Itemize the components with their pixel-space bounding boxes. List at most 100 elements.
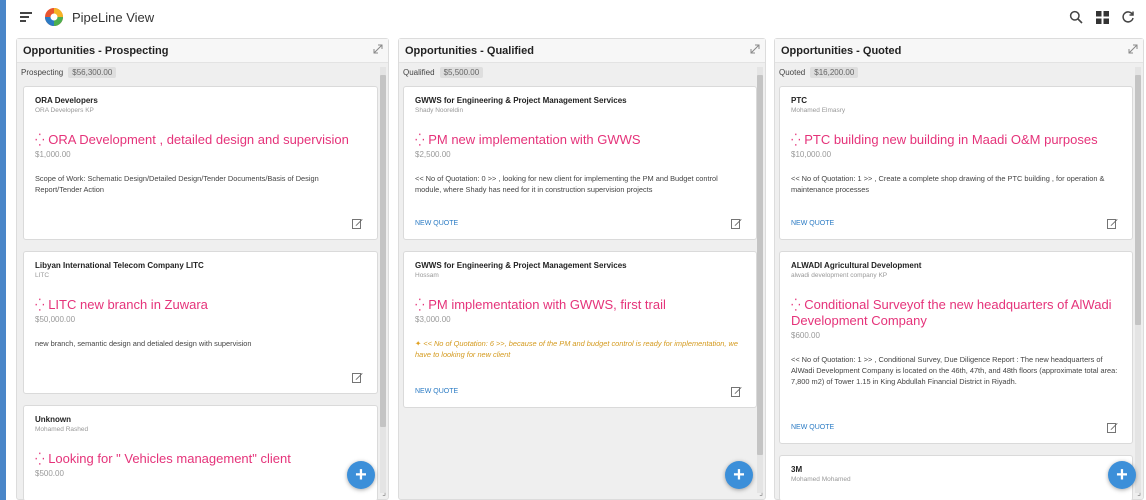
new-quote-link[interactable]: NEW QUOTE [791,424,834,431]
card-value: $600.00 [791,331,820,340]
hamburger-icon[interactable] [20,12,34,22]
scrollbar-thumb[interactable] [380,75,386,427]
opportunity-card[interactable]: GWWS for Engineering & Project Managemen… [403,86,757,240]
edit-icon[interactable] [1107,422,1118,433]
opportunity-name: PM implementation with GWWS, first trail [428,297,666,312]
opportunity-card[interactable]: Libyan International Telecom Company LIT… [23,251,378,394]
search-icon[interactable] [1068,9,1084,25]
card-company: GWWS for Engineering & Project Managemen… [415,96,627,105]
spinner-icon: ⁛ [35,452,45,466]
card-contact: Mohamed Elmasry [791,107,846,114]
resize-handle[interactable]: ⌟ [759,488,763,497]
card-opportunity-title[interactable]: ⁛ Conditional Surveyof the new headquart… [791,297,1122,329]
opportunity-card[interactable]: ALWADI Agricultural Development alwadi d… [779,251,1133,444]
refresh-icon[interactable] [1120,9,1136,25]
edit-icon[interactable] [731,386,742,397]
card-description: << No of Quotation: 1 >> , Conditional S… [791,355,1118,386]
card-value: $3,000.00 [415,315,451,324]
card-description: new branch, semantic design and detialed… [35,339,252,348]
card-value: $500.00 [35,469,64,478]
expand-icon[interactable] [750,44,760,54]
plus-icon: + [733,464,745,486]
column-title: Opportunities - Prospecting [23,44,169,57]
card-description: Scope of Work: Schematic Design/Detailed… [35,174,319,194]
card-company: Unknown [35,415,71,424]
grid-icon[interactable] [1094,9,1110,25]
card-contact: ORA Developers KP [35,107,94,114]
opportunity-name: LITC new branch in Zuwara [48,297,208,312]
spinner-icon: ⁛ [35,133,45,147]
add-opportunity-button[interactable]: + [1108,461,1136,489]
stage-summary: Quoted $16,200.00 [775,63,1143,81]
stage-summary: Prospecting $56,300.00 [17,63,388,81]
left-accent-strip [0,0,6,500]
plus-icon: + [355,464,367,486]
opportunity-name: ORA Development , detailed design and su… [48,132,349,147]
top-bar: PipeLine View [6,0,1146,34]
scrollbar-thumb[interactable] [1135,75,1141,325]
resize-handle[interactable]: ⌟ [1137,488,1141,497]
edit-icon[interactable] [1107,218,1118,229]
opportunity-name: Looking for " Vehicles management" clien… [48,451,291,466]
card-description: << No of Quotation: 1 >> , Create a comp… [791,174,1105,194]
scrollbar[interactable] [1135,67,1141,493]
scrollbar[interactable] [380,67,386,493]
card-opportunity-title[interactable]: ⁛ ORA Development , detailed design and … [35,132,367,148]
opportunity-card[interactable]: 3M Mohamed Mohamed [779,455,1133,500]
new-quote-link[interactable]: NEW QUOTE [415,388,458,395]
card-value: $1,000.00 [35,150,71,159]
card-note: ✦ << No of Quotation: 6 >>, because of t… [415,338,746,360]
plus-icon: + [1116,464,1128,486]
add-opportunity-button[interactable]: + [725,461,753,489]
opportunity-name: PM new implementation with GWWS [428,132,641,147]
card-opportunity-title[interactable]: ⁛ PTC building new building in Maadi O&M… [791,132,1122,148]
stage-label: Prospecting [21,67,64,77]
opportunity-card[interactable]: PTC Mohamed Elmasry ⁛ PTC building new b… [779,86,1133,240]
new-quote-link[interactable]: NEW QUOTE [415,220,458,227]
resize-handle[interactable]: ⌟ [382,488,386,497]
card-opportunity-title[interactable]: ⁛ Looking for " Vehicles management" cli… [35,451,367,467]
column-header: Opportunities - Prospecting [17,39,388,63]
column-prospecting: Opportunities - Prospecting Prospecting … [16,38,389,500]
column-title: Opportunities - Qualified [405,44,534,57]
spinner-icon: ⁛ [35,298,45,312]
column-header: Opportunities - Qualified [399,39,765,63]
card-value: $2,500.00 [415,150,451,159]
card-opportunity-title[interactable]: ⁛ LITC new branch in Zuwara [35,297,367,313]
card-contact: Mohamed Mohamed [791,476,851,483]
card-company: ORA Developers [35,96,98,105]
lightbulb-icon: ✦ [415,339,422,348]
card-company: ALWADI Agricultural Development [791,261,922,270]
card-company: Libyan International Telecom Company LIT… [35,261,204,270]
card-company: 3M [791,465,803,474]
card-opportunity-title[interactable]: ⁛ PM new implementation with GWWS [415,132,746,148]
expand-icon[interactable] [1128,44,1138,54]
card-note-text: << No of Quotation: 6 >>, because of the… [415,339,738,359]
expand-icon[interactable] [373,44,383,54]
opportunity-card[interactable]: Unknown Mohamed Rashed ⁛ Looking for " V… [23,405,378,500]
column-header: Opportunities - Quoted [775,39,1143,63]
card-contact: Shady Nooreldin [415,107,464,114]
spinner-icon: ⁛ [791,133,801,147]
card-contact: LITC [35,272,50,279]
edit-icon[interactable] [352,218,363,229]
card-contact: Mohamed Rashed [35,426,89,433]
add-opportunity-button[interactable]: + [347,461,375,489]
stage-amount-badge: $16,200.00 [810,66,859,78]
opportunity-card[interactable]: GWWS for Engineering & Project Managemen… [403,251,757,408]
opportunity-name: Conditional Surveyof the new headquarter… [791,297,1112,328]
scrollbar[interactable] [757,67,763,493]
edit-icon[interactable] [731,218,742,229]
stage-label: Qualified [403,67,435,77]
scrollbar-thumb[interactable] [757,75,763,455]
card-opportunity-title[interactable]: ⁛ PM implementation with GWWS, first tra… [415,297,746,313]
card-value: $50,000.00 [35,315,76,324]
card-company: PTC [791,96,807,105]
new-quote-link[interactable]: NEW QUOTE [791,220,834,227]
edit-icon[interactable] [352,372,363,383]
stage-amount-badge: $5,500.00 [439,66,484,78]
column-title: Opportunities - Quoted [781,44,902,57]
column-qualified: Opportunities - Qualified Qualified $5,5… [398,38,766,500]
opportunity-card[interactable]: ORA Developers ORA Developers KP ⁛ ORA D… [23,86,378,240]
opportunity-name: PTC building new building in Maadi O&M p… [804,132,1098,147]
